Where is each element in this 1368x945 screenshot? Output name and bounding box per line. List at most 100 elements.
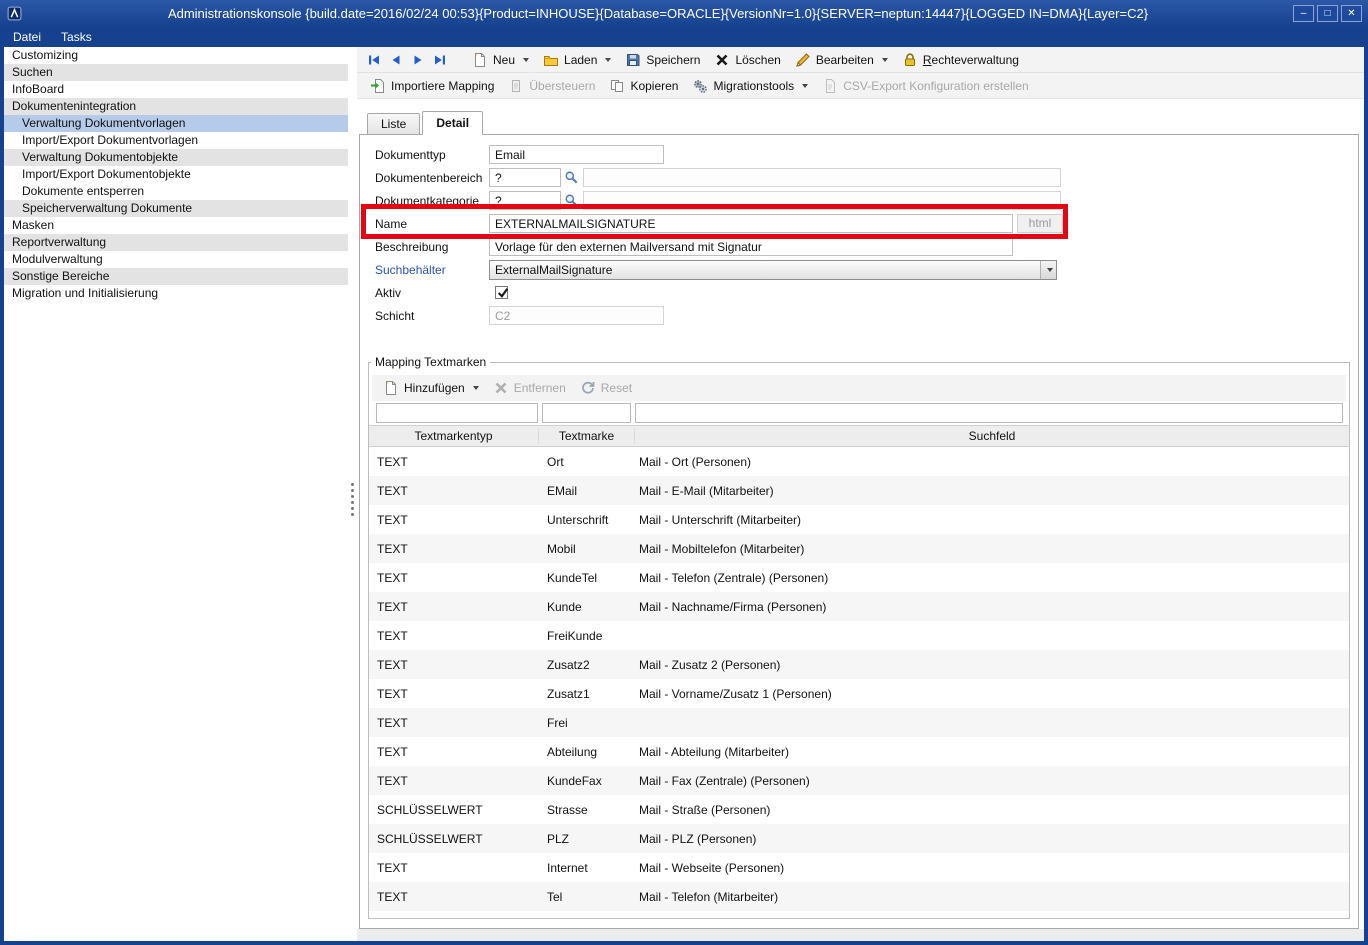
nav-last-button[interactable]: [429, 50, 451, 70]
kopieren-button[interactable]: Kopieren: [602, 76, 685, 96]
nav-first-button[interactable]: [363, 50, 385, 70]
dokumentkategorie-label: Dokumentkategorie: [375, 194, 489, 208]
importiere-mapping-button[interactable]: Importiere Mapping: [363, 76, 501, 96]
menubar: Datei Tasks: [4, 27, 1364, 47]
tab-detail[interactable]: Detail: [422, 111, 483, 135]
cell-suchfeld: Mail - Ort (Personen): [635, 455, 1349, 469]
table-row[interactable]: SCHLÜSSELWERTPLZMail - PLZ (Personen): [369, 824, 1349, 853]
close-button[interactable]: ✕: [1341, 5, 1362, 22]
suchbehaelter-dropdown[interactable]: ExternalMailSignature: [489, 260, 1057, 280]
dokumentkategorie-lookup-button[interactable]: [563, 192, 580, 209]
table-row[interactable]: TEXTFreiKunde: [369, 621, 1349, 650]
filter-suchfeld-input[interactable]: [635, 403, 1343, 423]
column-header-textmarke[interactable]: Textmarke: [539, 429, 635, 443]
combo-arrow-button[interactable]: [1040, 261, 1056, 279]
dokumenttyp-input[interactable]: [489, 145, 664, 164]
table-row[interactable]: TEXTZusatz2Mail - Zusatz 2 (Personen): [369, 650, 1349, 679]
name-input[interactable]: [489, 214, 1013, 233]
mapping-table-body: TEXTOrtMail - Ort (Personen)TEXTEMailMai…: [369, 447, 1349, 911]
migrationstools-button[interactable]: Migrationstools: [685, 76, 815, 96]
laden-button[interactable]: Laden: [536, 50, 618, 70]
cell-suchfeld: Mail - Fax (Zentrale) (Personen): [635, 774, 1349, 788]
column-header-textmarkentyp[interactable]: Textmarkentyp: [369, 429, 539, 443]
sidebar-item[interactable]: Verwaltung Dokumentobjekte: [4, 149, 348, 166]
reset-button: Reset: [573, 378, 639, 398]
copy-icon: [609, 78, 625, 94]
sidebar-item[interactable]: Suchen: [4, 64, 348, 81]
dokumentenbereich-input[interactable]: [489, 168, 561, 187]
nav-next-button[interactable]: [407, 50, 429, 70]
filter-textmarke-input[interactable]: [542, 403, 631, 423]
tab-liste[interactable]: Liste: [367, 113, 420, 134]
sidebar-item[interactable]: Speicherverwaltung Dokumente: [4, 200, 348, 217]
name-label: Name: [375, 217, 489, 231]
sidebar-item[interactable]: Reportverwaltung: [4, 234, 348, 251]
detail-panel: Dokumenttyp Dokumentenbereich Dokumentka…: [359, 134, 1359, 929]
form-row-dokumentkategorie: Dokumentkategorie: [375, 189, 1358, 212]
speichern-button[interactable]: Speichern: [618, 50, 707, 70]
nav-previous-icon: [388, 52, 404, 68]
sidebar-item[interactable]: InfoBoard: [4, 81, 348, 98]
drag-handle-icon[interactable]: [351, 483, 354, 516]
sidebar-item[interactable]: Customizing: [4, 47, 348, 64]
column-header-suchfeld[interactable]: Suchfeld: [635, 429, 1349, 443]
cell-textmarkentyp: TEXT: [369, 542, 539, 556]
sidebar-item[interactable]: Dokumente entsperren: [4, 183, 348, 200]
form-row-name: Name html: [375, 212, 1358, 235]
override-icon: [508, 78, 524, 94]
table-row[interactable]: TEXTMobilMail - Mobiltelefon (Mitarbeite…: [369, 534, 1349, 563]
aktiv-checkbox[interactable]: [495, 286, 508, 299]
table-row[interactable]: TEXTEMailMail - E-Mail (Mitarbeiter): [369, 476, 1349, 505]
table-row[interactable]: TEXTZusatz1Mail - Vorname/Zusatz 1 (Pers…: [369, 679, 1349, 708]
table-row[interactable]: TEXTUnterschriftMail - Unterschrift (Mit…: [369, 505, 1349, 534]
nav-next-icon: [410, 52, 426, 68]
dokumentenbereich-lookup-button[interactable]: [563, 169, 580, 186]
sidebar-item[interactable]: Migration und Initialisierung: [4, 285, 348, 302]
sidebar-item[interactable]: Sonstige Bereiche: [4, 268, 348, 285]
dokumentkategorie-input[interactable]: [489, 191, 561, 210]
sidebar-item[interactable]: Import/Export Dokumentvorlagen: [4, 132, 348, 149]
beschreibung-input[interactable]: [489, 237, 1013, 256]
suchbehaelter-label[interactable]: Suchbehälter: [375, 263, 489, 277]
filter-textmarkentyp-input[interactable]: [376, 403, 538, 423]
cell-textmarke: KundeFax: [539, 774, 635, 788]
table-row[interactable]: TEXTAbteilungMail - Abteilung (Mitarbeit…: [369, 737, 1349, 766]
table-row[interactable]: TEXTKundeTelMail - Telefon (Zentrale) (P…: [369, 563, 1349, 592]
window-controls: – □ ✕: [1293, 5, 1362, 22]
chevron-down-icon: [882, 58, 888, 62]
open-folder-icon: [543, 52, 559, 68]
cell-suchfeld: Mail - E-Mail (Mitarbeiter): [635, 484, 1349, 498]
table-row[interactable]: TEXTFrei: [369, 708, 1349, 737]
cell-textmarke: FreiKunde: [539, 629, 635, 643]
app-body: CustomizingSuchenInfoBoardDokumenteninte…: [4, 47, 1364, 941]
uebersteuern-button: Übersteuern: [501, 76, 602, 96]
sidebar-item[interactable]: Masken: [4, 217, 348, 234]
bearbeiten-button[interactable]: Bearbeiten: [788, 50, 895, 70]
splitter[interactable]: [348, 47, 357, 941]
sidebar-item[interactable]: Import/Export Dokumentobjekte: [4, 166, 348, 183]
table-row[interactable]: TEXTKundeMail - Nachname/Firma (Personen…: [369, 592, 1349, 621]
nav-previous-button[interactable]: [385, 50, 407, 70]
table-row[interactable]: TEXTOrtMail - Ort (Personen): [369, 447, 1349, 476]
mapping-toolbar: Hinzufügen Entfernen Reset: [372, 375, 1346, 401]
menu-tasks[interactable]: Tasks: [61, 30, 92, 44]
menu-datei[interactable]: Datei: [13, 30, 41, 44]
cell-suchfeld: Mail - Unterschrift (Mitarbeiter): [635, 513, 1349, 527]
cell-textmarkentyp: TEXT: [369, 600, 539, 614]
minimize-button[interactable]: –: [1293, 5, 1314, 22]
sidebar-item[interactable]: Modulverwaltung: [4, 251, 348, 268]
sidebar-item[interactable]: Dokumentenintegration: [4, 98, 348, 115]
sidebar-item[interactable]: Verwaltung Dokumentvorlagen: [4, 115, 348, 132]
table-row[interactable]: TEXTInternetMail - Webseite (Personen): [369, 853, 1349, 882]
rechteverwaltung-button[interactable]: Rechteverwaltung: [895, 50, 1026, 70]
cell-textmarke: Ort: [539, 455, 635, 469]
table-row[interactable]: SCHLÜSSELWERTStrasseMail - Straße (Perso…: [369, 795, 1349, 824]
table-row[interactable]: TEXTTelMail - Telefon (Mitarbeiter): [369, 882, 1349, 911]
cell-textmarkentyp: TEXT: [369, 658, 539, 672]
hinzufuegen-button[interactable]: Hinzufügen: [376, 378, 486, 398]
loeschen-button[interactable]: Löschen: [707, 50, 787, 70]
table-row[interactable]: TEXTKundeFaxMail - Fax (Zentrale) (Perso…: [369, 766, 1349, 795]
cell-textmarkentyp: TEXT: [369, 629, 539, 643]
neu-button[interactable]: Neu: [465, 50, 536, 70]
maximize-button[interactable]: □: [1317, 5, 1338, 22]
